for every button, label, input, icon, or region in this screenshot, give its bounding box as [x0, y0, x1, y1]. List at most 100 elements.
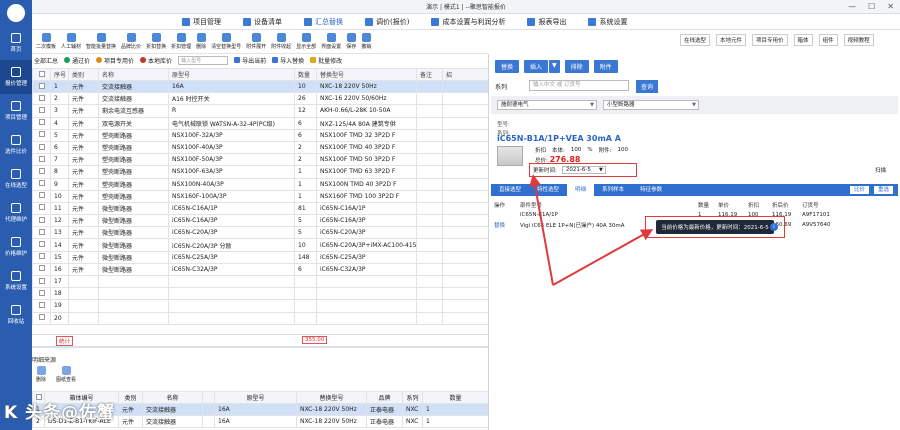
- sidebar-item[interactable]: 代理维护: [0, 196, 32, 230]
- row-checkbox-cell[interactable]: [32, 311, 51, 325]
- right-tool-button[interactable]: 项目专用价: [752, 34, 788, 46]
- table-row[interactable]: 4 元件 双电源开关 电气机械联锁 WATSN-A-32-4P(PC级) 6 NXZ-12…: [32, 116, 489, 130]
- toolbar-button[interactable]: 删除: [196, 33, 206, 50]
- right-tool-button[interactable]: 本地元件: [716, 34, 747, 46]
- panel-tab[interactable]: 系列样本: [594, 184, 632, 196]
- toolbar-button[interactable]: 智能批量替换: [86, 33, 116, 50]
- row-checkbox-cell[interactable]: [32, 250, 51, 264]
- table-row[interactable]: 14 元件 微型断路器 iC65N-C20A/3P 分励 10 iC65N-C20A/3P…: [32, 238, 489, 252]
- toolbar-button[interactable]: 保存: [346, 33, 356, 50]
- column-header[interactable]: 原型号: [214, 391, 297, 404]
- toolbar-button[interactable]: 附件展开: [246, 33, 266, 50]
- sidebar-item[interactable]: 在线选型: [0, 162, 32, 196]
- row-checkbox-cell[interactable]: [32, 201, 51, 216]
- column-header[interactable]: 类别: [118, 391, 143, 404]
- filter-local-price[interactable]: 本地库价: [140, 56, 172, 65]
- detail-delete-button[interactable]: 删除: [36, 366, 46, 383]
- row-checkbox-cell[interactable]: [32, 140, 51, 155]
- brand-select[interactable]: 施耐德电气 ▼: [497, 100, 597, 110]
- export-current-button[interactable]: 导出当前: [234, 56, 266, 65]
- toolbar-button[interactable]: 折扣管理: [171, 33, 191, 50]
- table-cell[interactable]: 替换: [491, 220, 517, 230]
- table-row[interactable]: 7 元件 塑壳断路器 NSX100F-50A/3P 2 NSX100F TMD 50 3P…: [32, 153, 489, 167]
- row-checkbox-cell[interactable]: [32, 189, 51, 203]
- toolbar-button[interactable]: 撤销: [361, 33, 371, 50]
- row-checkbox[interactable]: [38, 241, 45, 248]
- model-filter-input[interactable]: 输入型号: [178, 55, 229, 65]
- row-checkbox-cell[interactable]: [32, 92, 51, 106]
- toolbar-button[interactable]: 品牌比价: [121, 33, 141, 50]
- row-checkbox[interactable]: [38, 253, 45, 260]
- row-checkbox[interactable]: [38, 131, 45, 138]
- row-checkbox[interactable]: [38, 204, 45, 211]
- sidebar-item[interactable]: 系统设置: [0, 264, 32, 298]
- toolbar-button[interactable]: 二次模板: [36, 33, 56, 50]
- row-checkbox-cell[interactable]: [32, 226, 51, 240]
- row-checkbox[interactable]: [38, 277, 45, 284]
- sidebar-item[interactable]: 项目管理: [0, 94, 32, 128]
- column-header[interactable]: 名称: [142, 391, 203, 404]
- table-row[interactable]: 11 元件 微型断路器 iC65N-C16A/1P 81 iC65N-C16A/1P: [32, 201, 489, 216]
- table-row[interactable]: 18: [32, 287, 489, 301]
- row-checkbox[interactable]: [38, 119, 45, 126]
- row-checkbox[interactable]: [38, 192, 45, 199]
- row-checkbox[interactable]: [38, 228, 45, 235]
- row-checkbox[interactable]: [38, 94, 45, 101]
- row-checkbox[interactable]: [38, 301, 45, 308]
- toolbar-button[interactable]: 人工辅材: [61, 33, 81, 50]
- replace-button[interactable]: 替换: [495, 60, 520, 73]
- table-cell[interactable]: [491, 210, 517, 220]
- row-checkbox[interactable]: [38, 216, 45, 223]
- panel-tab[interactable]: 直接选型: [491, 184, 529, 196]
- column-header[interactable]: 备注: [416, 68, 443, 81]
- panel-tab[interactable]: 明细: [567, 184, 595, 196]
- column-header[interactable]: [32, 68, 51, 81]
- table-row[interactable]: 1 元件 交流接触器 16A 10 NXC-18 220V 50Hz: [32, 79, 489, 94]
- row-checkbox-cell[interactable]: [32, 299, 51, 313]
- sidebar-item[interactable]: 回收站: [0, 298, 32, 332]
- close-icon[interactable]: ✕: [887, 2, 894, 11]
- select-all-checkbox[interactable]: [38, 70, 45, 77]
- menu-item[interactable]: 汇总替换: [304, 17, 343, 27]
- insert-button[interactable]: 插入: [524, 60, 549, 73]
- row-checkbox[interactable]: [38, 180, 45, 187]
- menu-item[interactable]: 设备清单: [243, 17, 282, 27]
- panel-tab[interactable]: 特征参数: [632, 184, 670, 196]
- table-row[interactable]: 15 元件 微型断路器 iC65N-C25A/3P 148 iC65N-C25A/3P: [32, 250, 489, 264]
- right-tool-button[interactable]: 组件: [818, 34, 838, 46]
- drawing-view-button[interactable]: 图纸查看: [56, 366, 76, 383]
- filter-all[interactable]: 全部汇总: [34, 56, 58, 65]
- row-checkbox[interactable]: [38, 155, 45, 162]
- menu-item[interactable]: 项目管理: [182, 17, 221, 27]
- column-header[interactable]: 品牌: [366, 391, 403, 404]
- row-checkbox[interactable]: [38, 106, 45, 113]
- attachment-button[interactable]: 附件: [593, 60, 618, 73]
- sidebar-item[interactable]: 报价管理: [0, 60, 32, 94]
- row-checkbox[interactable]: [38, 314, 45, 321]
- table-row[interactable]: 8 元件 塑壳断路器 NSX100F-63A/3P 1 NSX100F TMD 63 3P…: [32, 165, 489, 179]
- maximize-icon[interactable]: ☐: [868, 2, 875, 11]
- column-header[interactable]: 替换型号: [296, 391, 367, 404]
- toolbar-button[interactable]: 折扣替换: [146, 33, 166, 50]
- column-header[interactable]: 类别: [68, 68, 99, 81]
- row-checkbox[interactable]: [38, 143, 45, 150]
- row-checkbox[interactable]: [38, 167, 45, 174]
- row-checkbox[interactable]: [38, 289, 45, 296]
- column-header[interactable]: 招: [442, 68, 489, 81]
- right-tool-button[interactable]: 箱体: [793, 34, 813, 46]
- toolbar-button[interactable]: 清空替换型号: [211, 33, 241, 50]
- row-checkbox-cell[interactable]: [32, 177, 51, 191]
- row-checkbox-cell[interactable]: [32, 116, 51, 130]
- row-checkbox-cell[interactable]: [32, 238, 51, 252]
- table-row[interactable]: 6 元件 塑壳断路器 NSX100F-40A/3P 2 NSX100F TMD 40 3P…: [32, 140, 489, 155]
- exclude-button[interactable]: 排除: [564, 60, 589, 73]
- column-header[interactable]: 替换型号: [316, 68, 417, 81]
- column-header[interactable]: [202, 391, 215, 404]
- column-header[interactable]: 系列: [402, 391, 423, 404]
- row-checkbox[interactable]: [38, 82, 45, 89]
- table-row[interactable]: 5 元件 塑壳断路器 NSX100F-32A/3P 6 NSX100F TMD 32 3P…: [32, 128, 489, 142]
- column-header[interactable]: 序号: [50, 68, 69, 81]
- search-button[interactable]: 查询: [636, 80, 659, 93]
- compare-button[interactable]: 比价: [848, 185, 870, 195]
- minimize-icon[interactable]: —: [848, 2, 856, 11]
